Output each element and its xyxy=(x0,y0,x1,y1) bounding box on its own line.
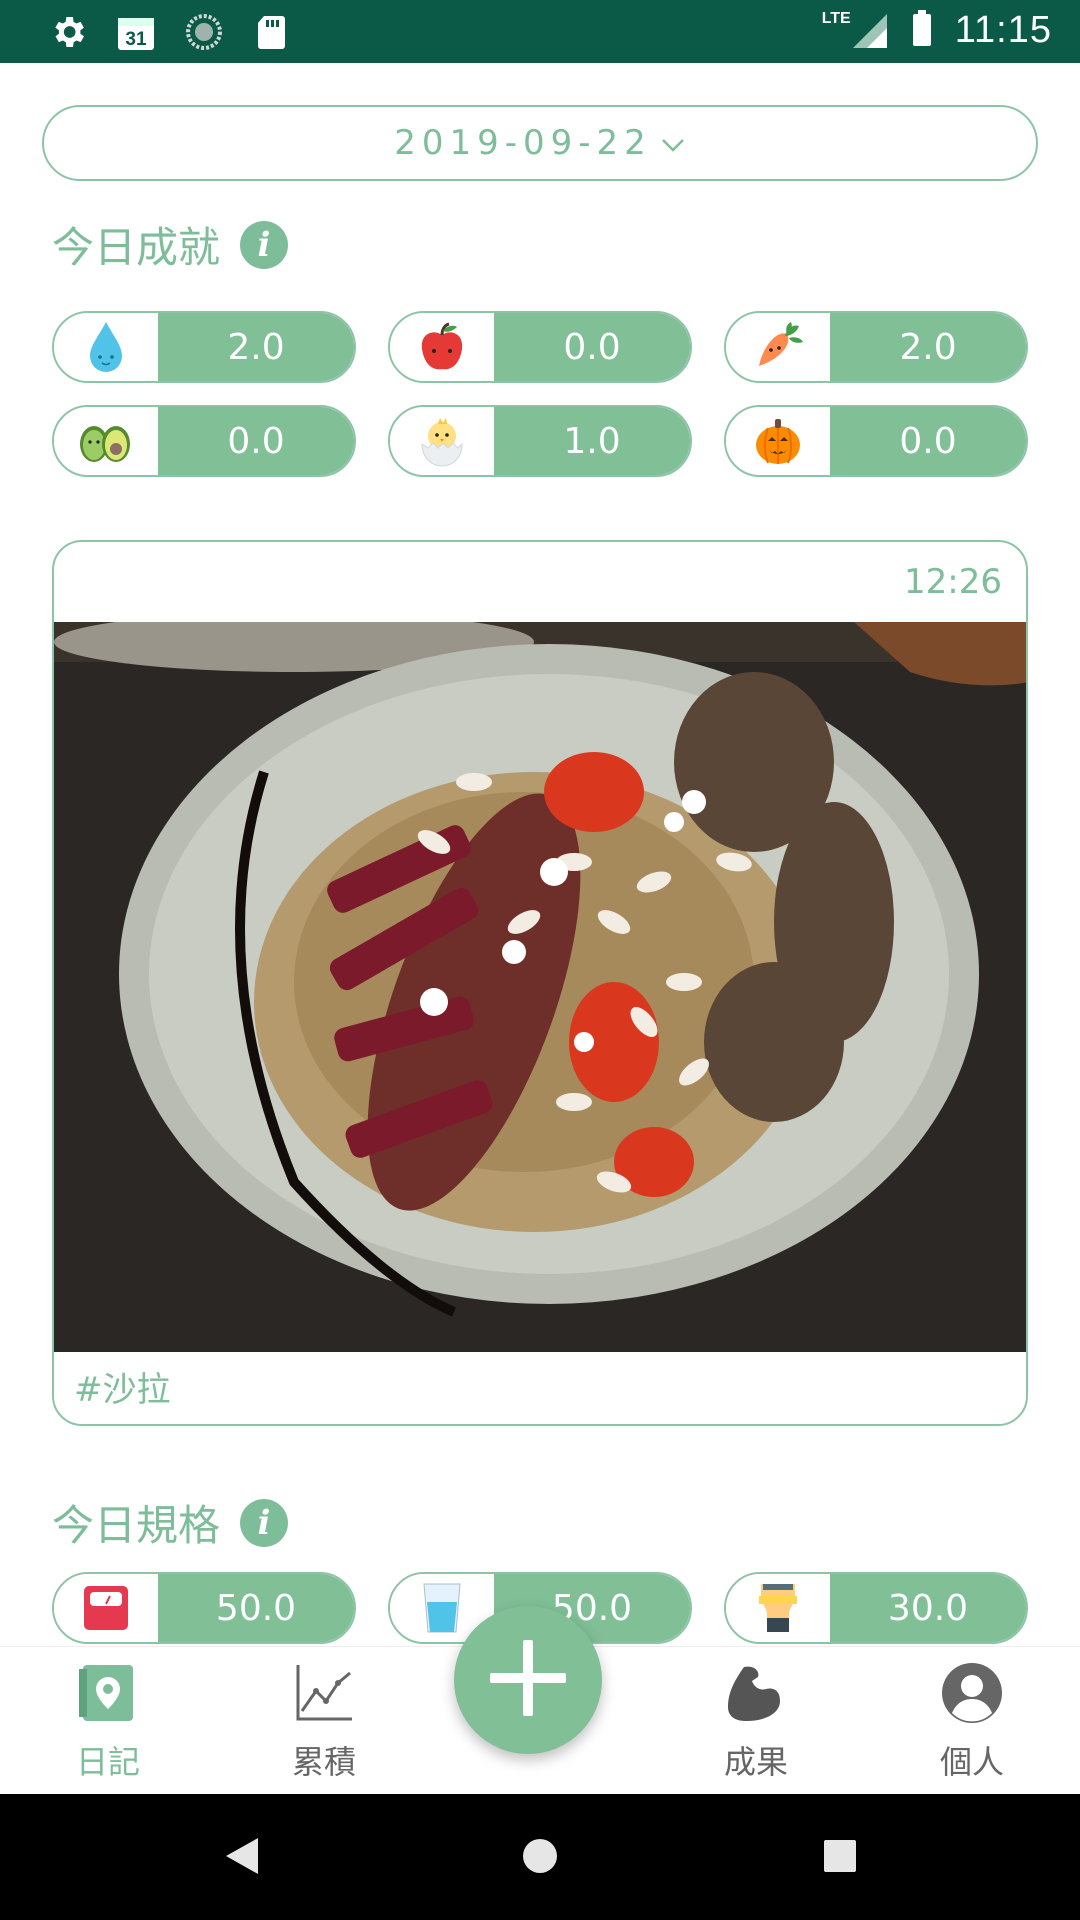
stat-value: 0.0 xyxy=(830,407,1026,475)
nav-profile-label: 個人 xyxy=(939,1743,1004,1781)
add-entry-button[interactable] xyxy=(454,1606,602,1754)
achievements-title: 今日成就 xyxy=(52,223,221,272)
waist-measure-icon xyxy=(726,1574,830,1642)
sync-circle-icon xyxy=(184,12,224,52)
specs-info-icon[interactable]: i xyxy=(240,1498,289,1547)
recents-icon[interactable] xyxy=(822,1834,858,1882)
meal-time: 12:26 xyxy=(904,562,1002,602)
calendar-day: 31 xyxy=(125,29,147,50)
stat-vegetable[interactable]: 2.0 xyxy=(724,311,1028,383)
selected-date: 2019-09-22 xyxy=(394,123,652,163)
spec-weight[interactable]: 50.0 xyxy=(52,1572,356,1644)
lte-signal-icon: LTE xyxy=(822,10,889,50)
nav-results[interactable]: 成果 xyxy=(686,1661,826,1783)
stat-value: 0.0 xyxy=(158,407,354,475)
clock: 11:15 xyxy=(954,8,1052,51)
nav-diary-label: 日記 xyxy=(75,1743,140,1781)
nav-cumulative-label: 累積 xyxy=(291,1743,356,1781)
stat-protein[interactable]: 1.0 xyxy=(388,405,692,477)
spec-waist[interactable]: 30.0 xyxy=(724,1572,1028,1644)
meal-tag[interactable]: #沙拉 xyxy=(74,1362,171,1411)
muscle-icon xyxy=(724,1661,788,1733)
water-drop-icon xyxy=(54,313,158,381)
avocado-icon xyxy=(54,407,158,475)
chick-egg-icon xyxy=(390,407,494,475)
stat-value: 2.0 xyxy=(158,313,354,381)
stat-water[interactable]: 2.0 xyxy=(52,311,356,383)
status-bar: 31 LTE 11:15 xyxy=(0,0,1080,63)
stat-value: 50.0 xyxy=(158,1574,354,1642)
network-label: LTE xyxy=(821,10,851,27)
specs-header: 今日規格 i xyxy=(52,1492,289,1553)
profile-icon xyxy=(940,1661,1004,1733)
nav-profile[interactable]: 個人 xyxy=(902,1661,1042,1783)
meal-card[interactable]: 12:26 #沙拉 xyxy=(52,540,1028,1426)
apple-icon xyxy=(390,313,494,381)
nav-results-label: 成果 xyxy=(723,1743,788,1781)
pumpkin-icon xyxy=(726,407,830,475)
chevron-down-icon xyxy=(660,123,686,163)
stat-value: 2.0 xyxy=(830,313,1026,381)
home-icon[interactable] xyxy=(518,1834,562,1882)
meal-photo[interactable] xyxy=(54,622,1028,1352)
settings-gear-icon xyxy=(48,12,88,52)
achievements-info-icon[interactable]: i xyxy=(240,220,289,269)
chart-icon xyxy=(292,1661,356,1733)
nav-cumulative[interactable]: 累積 xyxy=(254,1661,394,1783)
achievements-header: 今日成就 i xyxy=(52,214,289,275)
stat-healthy-fat[interactable]: 0.0 xyxy=(52,405,356,477)
stat-value: 30.0 xyxy=(830,1574,1026,1642)
date-selector[interactable]: 2019-09-22 xyxy=(42,105,1038,181)
system-nav-bar xyxy=(0,1794,1080,1920)
specs-title: 今日規格 xyxy=(52,1501,221,1550)
diary-icon xyxy=(77,1661,139,1733)
stat-value: 0.0 xyxy=(494,313,690,381)
plus-icon xyxy=(486,1636,570,1724)
stat-fruit[interactable]: 0.0 xyxy=(388,311,692,383)
stat-value: 1.0 xyxy=(494,407,690,475)
back-icon[interactable] xyxy=(222,1834,262,1882)
sd-card-icon xyxy=(252,12,292,52)
battery-icon xyxy=(911,8,933,52)
carrot-icon xyxy=(726,313,830,381)
nav-diary[interactable]: 日記 xyxy=(38,1661,178,1783)
calendar-icon: 31 xyxy=(116,12,156,52)
stat-grains[interactable]: 0.0 xyxy=(724,405,1028,477)
scale-icon xyxy=(54,1574,158,1642)
